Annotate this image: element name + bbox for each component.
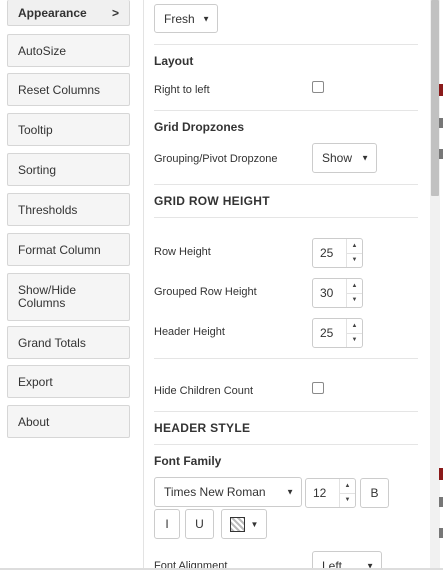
grouped-row-height-label: Grouped Row Height	[154, 286, 257, 298]
font-size-stepper[interactable]: 12 ▲ ▼	[305, 478, 356, 508]
sidebar-item-grand-totals[interactable]: Grand Totals	[7, 326, 130, 359]
sidebar-item-label: Thresholds	[18, 202, 78, 217]
grid-dropzones-title: Grid Dropzones	[154, 120, 245, 134]
divider	[154, 184, 418, 185]
sidebar-item-thresholds[interactable]: Thresholds	[7, 193, 130, 226]
divider	[154, 444, 418, 445]
sidebar-item-autosize[interactable]: AutoSize	[7, 34, 130, 67]
sidebar-item-reset-columns[interactable]: Reset Columns	[7, 73, 130, 106]
underline-button[interactable]: U	[185, 509, 214, 539]
italic-button[interactable]: I	[154, 509, 180, 539]
row-height-label: Row Height	[154, 246, 211, 258]
caret-down-icon: ▼	[361, 153, 369, 163]
header-height-label: Header Height	[154, 326, 225, 338]
divider	[154, 411, 418, 412]
font-family-value: Times New Roman	[164, 485, 266, 499]
scrollbar-thumb[interactable]	[431, 0, 439, 196]
theme-select[interactable]: Fresh ▼	[154, 4, 218, 33]
sidebar-item-label: Export	[18, 374, 53, 389]
row-height-value: 25	[320, 246, 334, 260]
appearance-panel: Fresh ▼ Layout Right to left Grid Dropzo…	[144, 0, 432, 570]
grouping-dropzone-select[interactable]: Show ▼	[312, 143, 377, 173]
font-family-select[interactable]: Times New Roman ▼	[154, 477, 302, 507]
caret-down-icon: ▼	[202, 14, 210, 23]
layout-title: Layout	[154, 54, 194, 68]
sidebar-item-tooltip[interactable]: Tooltip	[7, 113, 130, 146]
caret-down-icon: ▼	[250, 519, 259, 529]
sidebar-item-label: Appearance	[18, 5, 87, 20]
sidebar-item-label: Grand Totals	[18, 335, 86, 350]
edge-marker	[439, 528, 443, 538]
color-swatch-icon	[229, 516, 245, 532]
sidebar-item-label: Show/Hide Columns	[18, 283, 77, 310]
divider	[154, 217, 418, 218]
sidebar-item-label: Tooltip	[18, 122, 53, 137]
font-size-value: 12	[313, 486, 327, 500]
sidebar-item-format-column[interactable]: Format Column	[7, 233, 130, 266]
sidebar-item-label: Reset Columns	[18, 82, 101, 97]
arrow-down-icon[interactable]: ▼	[347, 294, 362, 308]
arrow-down-icon[interactable]: ▼	[347, 254, 362, 268]
sidebar-item-label: About	[18, 414, 50, 429]
settings-sidebar: Appearance > AutoSize Reset Columns Tool…	[0, 0, 144, 570]
caret-down-icon: ▼	[286, 487, 294, 497]
sidebar-item-label: AutoSize	[18, 43, 67, 58]
arrow-down-icon[interactable]: ▼	[340, 494, 355, 508]
edge-marker	[439, 118, 443, 128]
font-color-picker[interactable]: ▼	[221, 509, 267, 539]
grouped-row-height-value: 30	[320, 286, 334, 300]
bold-button[interactable]: B	[360, 478, 389, 508]
edge-marker	[439, 468, 443, 480]
arrow-down-icon[interactable]: ▼	[347, 334, 362, 348]
arrow-up-icon[interactable]: ▲	[340, 479, 355, 494]
grouping-dropzone-label: Grouping/Pivot Dropzone	[154, 153, 278, 165]
header-height-value: 25	[320, 326, 334, 340]
sidebar-item-show-hide-columns[interactable]: Show/Hide Columns	[7, 273, 130, 321]
theme-select-value: Fresh	[164, 11, 195, 26]
sidebar-item-sorting[interactable]: Sorting	[7, 153, 130, 186]
row-height-stepper[interactable]: 25 ▲ ▼	[312, 238, 363, 268]
sidebar-item-label: Format Column	[18, 242, 101, 257]
header-style-title: HEADER STYLE	[154, 421, 251, 435]
grouping-dropzone-value: Show	[322, 151, 353, 165]
header-height-stepper[interactable]: 25 ▲ ▼	[312, 318, 363, 348]
edge-marker	[439, 149, 443, 159]
edge-marker	[439, 84, 443, 96]
font-family-title: Font Family	[154, 454, 222, 468]
sidebar-item-label: Sorting	[18, 162, 57, 177]
edge-marker	[439, 497, 443, 507]
sidebar-item-export[interactable]: Export	[7, 365, 130, 398]
chevron-right-icon: >	[111, 5, 119, 20]
divider	[154, 358, 418, 359]
arrow-up-icon[interactable]: ▲	[347, 319, 362, 334]
grid-row-height-title: GRID ROW HEIGHT	[154, 194, 270, 208]
sidebar-item-about[interactable]: About	[7, 405, 130, 438]
grouped-row-height-stepper[interactable]: 30 ▲ ▼	[312, 278, 363, 308]
divider	[154, 44, 418, 45]
sidebar-item-appearance[interactable]: Appearance >	[7, 0, 130, 26]
hide-children-count-label: Hide Children Count	[154, 385, 254, 397]
hide-children-count-checkbox[interactable]	[312, 382, 324, 394]
right-to-left-checkbox[interactable]	[312, 81, 324, 93]
arrow-up-icon[interactable]: ▲	[347, 239, 362, 254]
arrow-up-icon[interactable]: ▲	[347, 279, 362, 294]
divider	[154, 110, 418, 111]
right-to-left-label: Right to left	[154, 84, 210, 96]
